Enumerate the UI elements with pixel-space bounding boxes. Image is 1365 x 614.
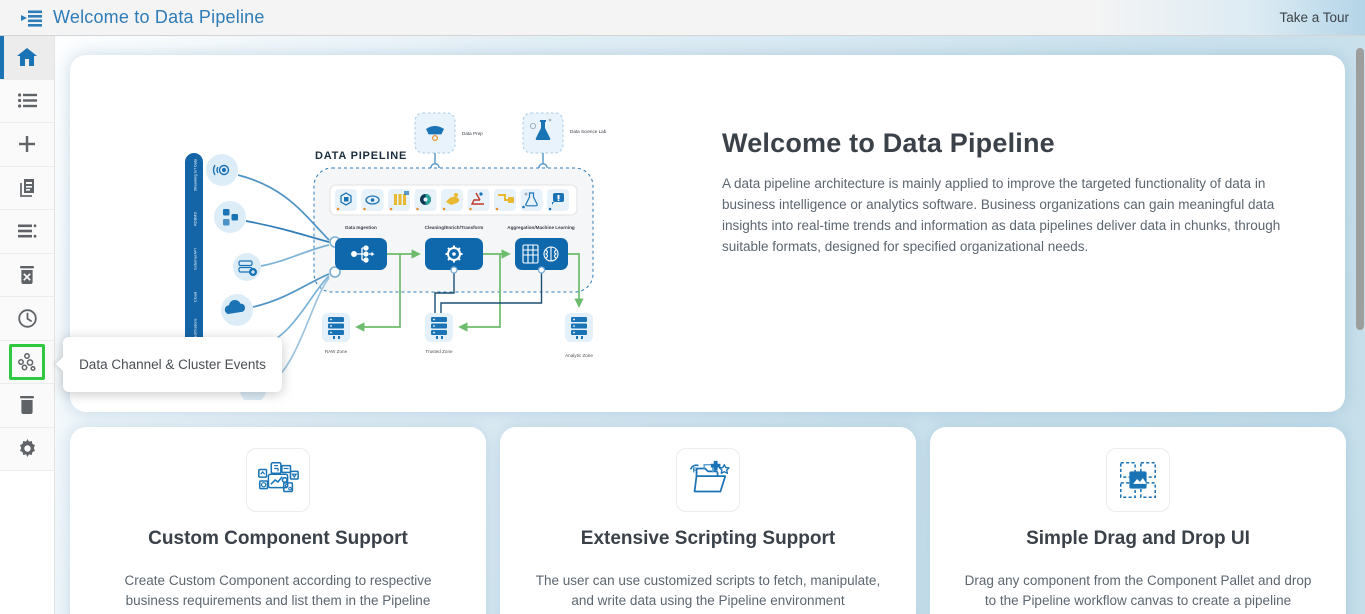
sidebar-item-home[interactable] (0, 36, 54, 80)
svg-text:RAW Zone: RAW Zone (325, 349, 348, 354)
sidebar-item-list-details[interactable] (0, 210, 54, 254)
left-sidebar (0, 36, 55, 614)
data-science-lab-node: Data Science Lab (522, 112, 607, 173)
stage-boxes (335, 238, 568, 274)
sidebar-item-templates[interactable] (0, 166, 54, 210)
svg-text:RDBMS: RDBMS (193, 212, 198, 226)
svg-text:Streaming IoT Data: Streaming IoT Data (194, 158, 198, 191)
highlight-frame (9, 343, 45, 380)
transform-icon (445, 245, 463, 263)
data-prep-node: Data Prep (414, 112, 483, 173)
sidebar-item-trash[interactable] (0, 384, 54, 428)
svg-text:Analytic Zone: Analytic Zone (565, 353, 593, 358)
sidebar-item-settings[interactable] (0, 427, 54, 471)
gear-icon (18, 439, 37, 458)
page-title: Welcome to Data Pipeline (53, 7, 265, 27)
svg-text:Cloud: Cloud (193, 292, 198, 302)
feature-description: Create Custom Component according to res… (124, 573, 432, 614)
cluster-icon (17, 352, 37, 372)
svg-text:Data Ingestion: Data Ingestion (345, 225, 377, 230)
feature-title: Simple Drag and Drop UI (1026, 528, 1250, 549)
svg-text:Data Science Lab: Data Science Lab (570, 129, 607, 134)
sidebar-item-history[interactable] (0, 297, 54, 341)
bullet-list-icon (17, 93, 37, 108)
feature-title: Custom Component Support (148, 528, 408, 549)
plus-icon (19, 136, 35, 153)
drag-drop-icon (1106, 448, 1170, 512)
sidebar-item-pipeline-list[interactable] (0, 79, 54, 123)
sources-rail: Streaming IoT Data RDBMS External API Cl… (185, 153, 203, 349)
clock-icon (17, 309, 37, 328)
menu-open-icon[interactable] (21, 9, 43, 27)
home-icon (17, 48, 37, 67)
take-a-tour-button[interactable]: Take a Tour (1279, 10, 1349, 25)
trash-icon (19, 396, 35, 415)
feature-description: The user can use customized scripts to f… (535, 573, 881, 608)
sidebar-item-create-new[interactable] (0, 123, 54, 167)
tooltip-text: Data Channel & Cluster Events (79, 357, 266, 372)
feature-card-drag-drop: Simple Drag and Drop UI Drag any compone… (930, 427, 1346, 614)
scripting-icon: R (676, 448, 740, 512)
sidebar-tooltip: Data Channel & Cluster Events (55, 337, 282, 392)
scrollbar-track (1355, 37, 1365, 614)
scrollbar-thumb[interactable] (1356, 48, 1364, 330)
svg-text:R: R (693, 465, 699, 474)
svg-text:Cleaning/Enrich/Transform: Cleaning/Enrich/Transform (425, 225, 484, 230)
sidebar-item-data-channel-cluster-events[interactable] (0, 340, 54, 384)
feature-card-scripting: R Extensive Scripting Support The user c… (500, 427, 916, 614)
svg-text:External API: External API (193, 248, 198, 269)
menu-dots-icon (17, 224, 37, 238)
sidebar-item-recycle-bin-clear[interactable] (0, 253, 54, 297)
component-tiles (329, 184, 578, 216)
diagram-title: DATA PIPELINE (315, 150, 407, 162)
svg-text:Data Prep: Data Prep (462, 131, 483, 136)
feature-title: Extensive Scripting Support (580, 528, 836, 549)
zone-tiles: RAW Zone Trusted Zone Analytic Zone (322, 313, 593, 358)
svg-text:Trusted Zone: Trusted Zone (425, 349, 453, 354)
feature-description: Drag any component from the Component Pa… (964, 573, 1312, 614)
top-header: Welcome to Data Pipeline Take a Tour (0, 0, 1365, 36)
pages-copy-icon (18, 178, 36, 197)
feature-card-custom-component: Custom Component Support Create Custom C… (70, 427, 486, 614)
custom-component-icon (246, 448, 310, 512)
svg-text:Aggregation/Machine Learning: Aggregation/Machine Learning (507, 225, 575, 230)
hero-title: Welcome to Data Pipeline (722, 128, 1055, 158)
trash-x-icon (19, 265, 35, 284)
main-content: DATA PIPELINE Data Prep Data Science Lab… (55, 36, 1365, 614)
hero-description: A data pipeline architecture is mainly a… (722, 176, 1281, 254)
